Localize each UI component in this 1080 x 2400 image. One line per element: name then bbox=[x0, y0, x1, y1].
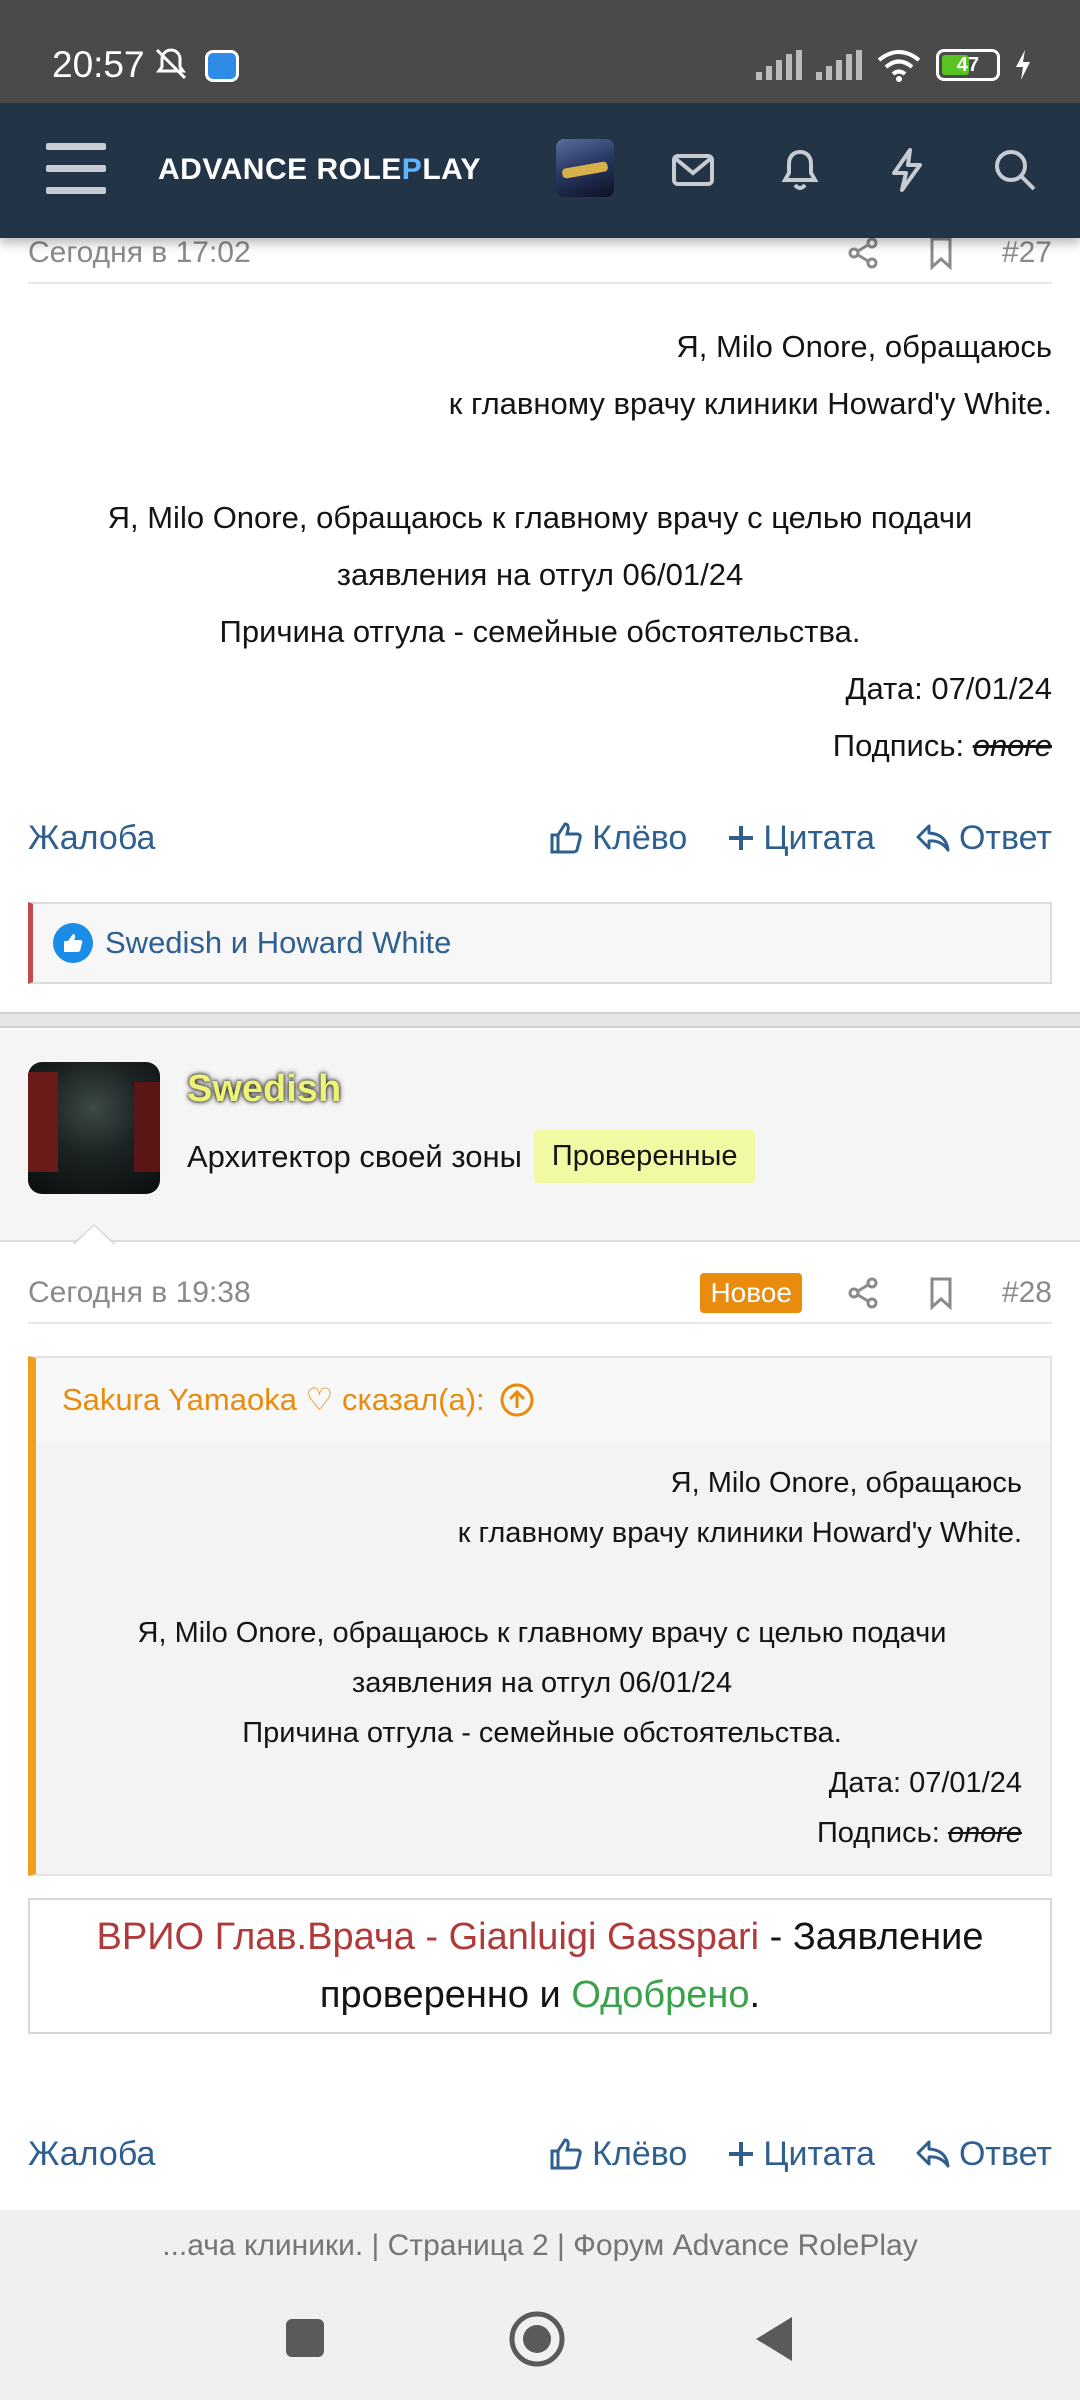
reply-button[interactable]: Ответ bbox=[915, 819, 1052, 858]
post28-date[interactable]: Сегодня в 19:38 bbox=[28, 1276, 700, 1310]
app-notification-icon bbox=[205, 50, 239, 82]
new-badge: Новое bbox=[700, 1273, 802, 1313]
likes-bar[interactable]: Swedish и Howard White bbox=[28, 902, 1052, 984]
post27-line: Дата: 07/01/24 bbox=[845, 671, 1052, 706]
share-icon[interactable] bbox=[846, 236, 880, 270]
reply-icon bbox=[916, 824, 950, 852]
quote-body: Я, Milo Onore, обращаюсь к главному врач… bbox=[62, 1458, 1022, 1858]
report-link[interactable]: Жалоба bbox=[28, 819, 508, 858]
app-bar: ADVANCE ROLEPLAY bbox=[0, 103, 1080, 238]
quote-signature: Подпись: onore bbox=[816, 1817, 1022, 1849]
user-title-row: Архитектор своей зоны Проверенные bbox=[187, 1130, 756, 1183]
like-reaction-icon bbox=[53, 923, 93, 963]
search-icon[interactable] bbox=[990, 145, 1040, 195]
like-button[interactable]: Клёво bbox=[548, 2135, 687, 2174]
user-title: Архитектор своей зоны bbox=[187, 1138, 522, 1174]
arrow-up-circle-icon[interactable] bbox=[499, 1382, 535, 1418]
quote-line: Я, Milo Onore, обращаюсь bbox=[670, 1467, 1022, 1499]
likes-text[interactable]: Swedish и Howard White bbox=[105, 925, 451, 961]
post28-number[interactable]: #28 bbox=[1002, 1276, 1052, 1310]
signal-icon-2 bbox=[816, 50, 862, 80]
username[interactable]: Swedish bbox=[187, 1068, 341, 1111]
home-icon[interactable] bbox=[508, 2310, 566, 2368]
system-nav-bar bbox=[0, 2282, 1080, 2400]
post27-actions: Жалоба Клёво Цитата Ответ bbox=[28, 808, 1052, 868]
post28-actions: Жалоба Клёво Цитата Ответ bbox=[28, 2124, 1052, 2184]
bookmark-icon[interactable] bbox=[924, 236, 958, 270]
verdict-author: ВРИО Глав.Врача - Gianluigi Gasspari bbox=[96, 1916, 760, 1958]
quote-line: Причина отгула - семейные обстоятельства… bbox=[242, 1717, 842, 1749]
wifi-icon bbox=[877, 50, 921, 82]
post27-line: заявления на отгул 06/01/24 bbox=[336, 557, 744, 592]
verdict-box: ВРИО Глав.Врача - Gianluigi Gasspari - З… bbox=[28, 1898, 1052, 2034]
charging-icon bbox=[1016, 50, 1030, 80]
quote-line: Я, Milo Onore, обращаюсь к главному врач… bbox=[137, 1617, 947, 1649]
like-button[interactable]: Клёво bbox=[548, 819, 687, 858]
post27-signature: Подпись: onore bbox=[832, 728, 1052, 763]
post27-date[interactable]: Сегодня в 17:02 bbox=[28, 236, 802, 270]
thumbs-up-icon bbox=[550, 822, 582, 854]
user-avatar[interactable] bbox=[28, 1062, 160, 1194]
lightning-icon[interactable] bbox=[882, 145, 932, 195]
quote-button[interactable]: Цитата bbox=[727, 2135, 875, 2174]
quote-line: Дата: 07/01/24 bbox=[828, 1767, 1022, 1799]
plus-icon bbox=[729, 826, 754, 850]
post27-line: Причина отгула - семейные обстоятельства… bbox=[219, 614, 861, 649]
mail-icon[interactable] bbox=[668, 145, 718, 195]
post27-line: Я, Milo Onore, обращаюсь bbox=[676, 329, 1052, 364]
user-avatar-small[interactable] bbox=[556, 139, 614, 197]
quote-line: к главному врачу клиники Howard'y White. bbox=[457, 1517, 1022, 1549]
reply-icon bbox=[916, 2140, 950, 2168]
verdict-text-2: проверенно и bbox=[319, 1974, 572, 2016]
bell-icon[interactable] bbox=[775, 145, 825, 195]
menu-icon[interactable] bbox=[46, 143, 106, 195]
browser-page-title: ...ача клиники. | Страница 2 | Форум Adv… bbox=[0, 2210, 1080, 2282]
verdict-status: Одобрено bbox=[571, 1974, 750, 2016]
quote-block: Sakura Yamaoka ♡ сказал(а): Я, Milo Onor… bbox=[28, 1356, 1052, 1876]
post28-user-card: Swedish Архитектор своей зоны Проверенны… bbox=[0, 1030, 1080, 1242]
user-badge: Проверенные bbox=[533, 1130, 756, 1183]
share-icon[interactable] bbox=[846, 1276, 880, 1310]
signal-icon bbox=[756, 50, 802, 80]
quote-line: заявления на отгул 06/01/24 bbox=[351, 1667, 733, 1699]
post27-number[interactable]: #27 bbox=[1002, 236, 1052, 270]
user-card-pointer bbox=[72, 1224, 116, 1245]
plus-icon bbox=[729, 2142, 754, 2166]
thumbs-up-icon bbox=[550, 2138, 582, 2170]
site-logo[interactable]: ADVANCE ROLEPLAY bbox=[158, 153, 481, 187]
quote-header[interactable]: Sakura Yamaoka ♡ сказал(а): bbox=[36, 1358, 1050, 1442]
status-bar: 20:57 47 bbox=[0, 0, 1080, 103]
post27-line: Я, Milo Onore, обращаюсь к главному врач… bbox=[107, 500, 973, 535]
post28-meta: Сегодня в 19:38 Новое #28 bbox=[28, 1264, 1052, 1324]
quote-button[interactable]: Цитата bbox=[727, 819, 875, 858]
post-separator bbox=[0, 1012, 1080, 1028]
post27-line: к главному врачу клиники Howard'y White. bbox=[448, 386, 1052, 421]
reply-button[interactable]: Ответ bbox=[915, 2135, 1052, 2174]
verdict-text: - Заявление bbox=[759, 1916, 984, 1958]
report-link[interactable]: Жалоба bbox=[28, 2135, 508, 2174]
battery-level: 47 bbox=[956, 53, 980, 76]
bookmark-icon[interactable] bbox=[924, 1276, 958, 1310]
mute-bell-icon bbox=[153, 46, 189, 87]
battery-icon: 47 bbox=[936, 49, 1000, 81]
status-time: 20:57 bbox=[52, 44, 145, 85]
back-icon[interactable] bbox=[752, 2314, 796, 2364]
recent-apps-icon[interactable] bbox=[283, 2316, 327, 2360]
post27-message: Я, Milo Onore, обращаюсь к главному врач… bbox=[28, 318, 1052, 774]
